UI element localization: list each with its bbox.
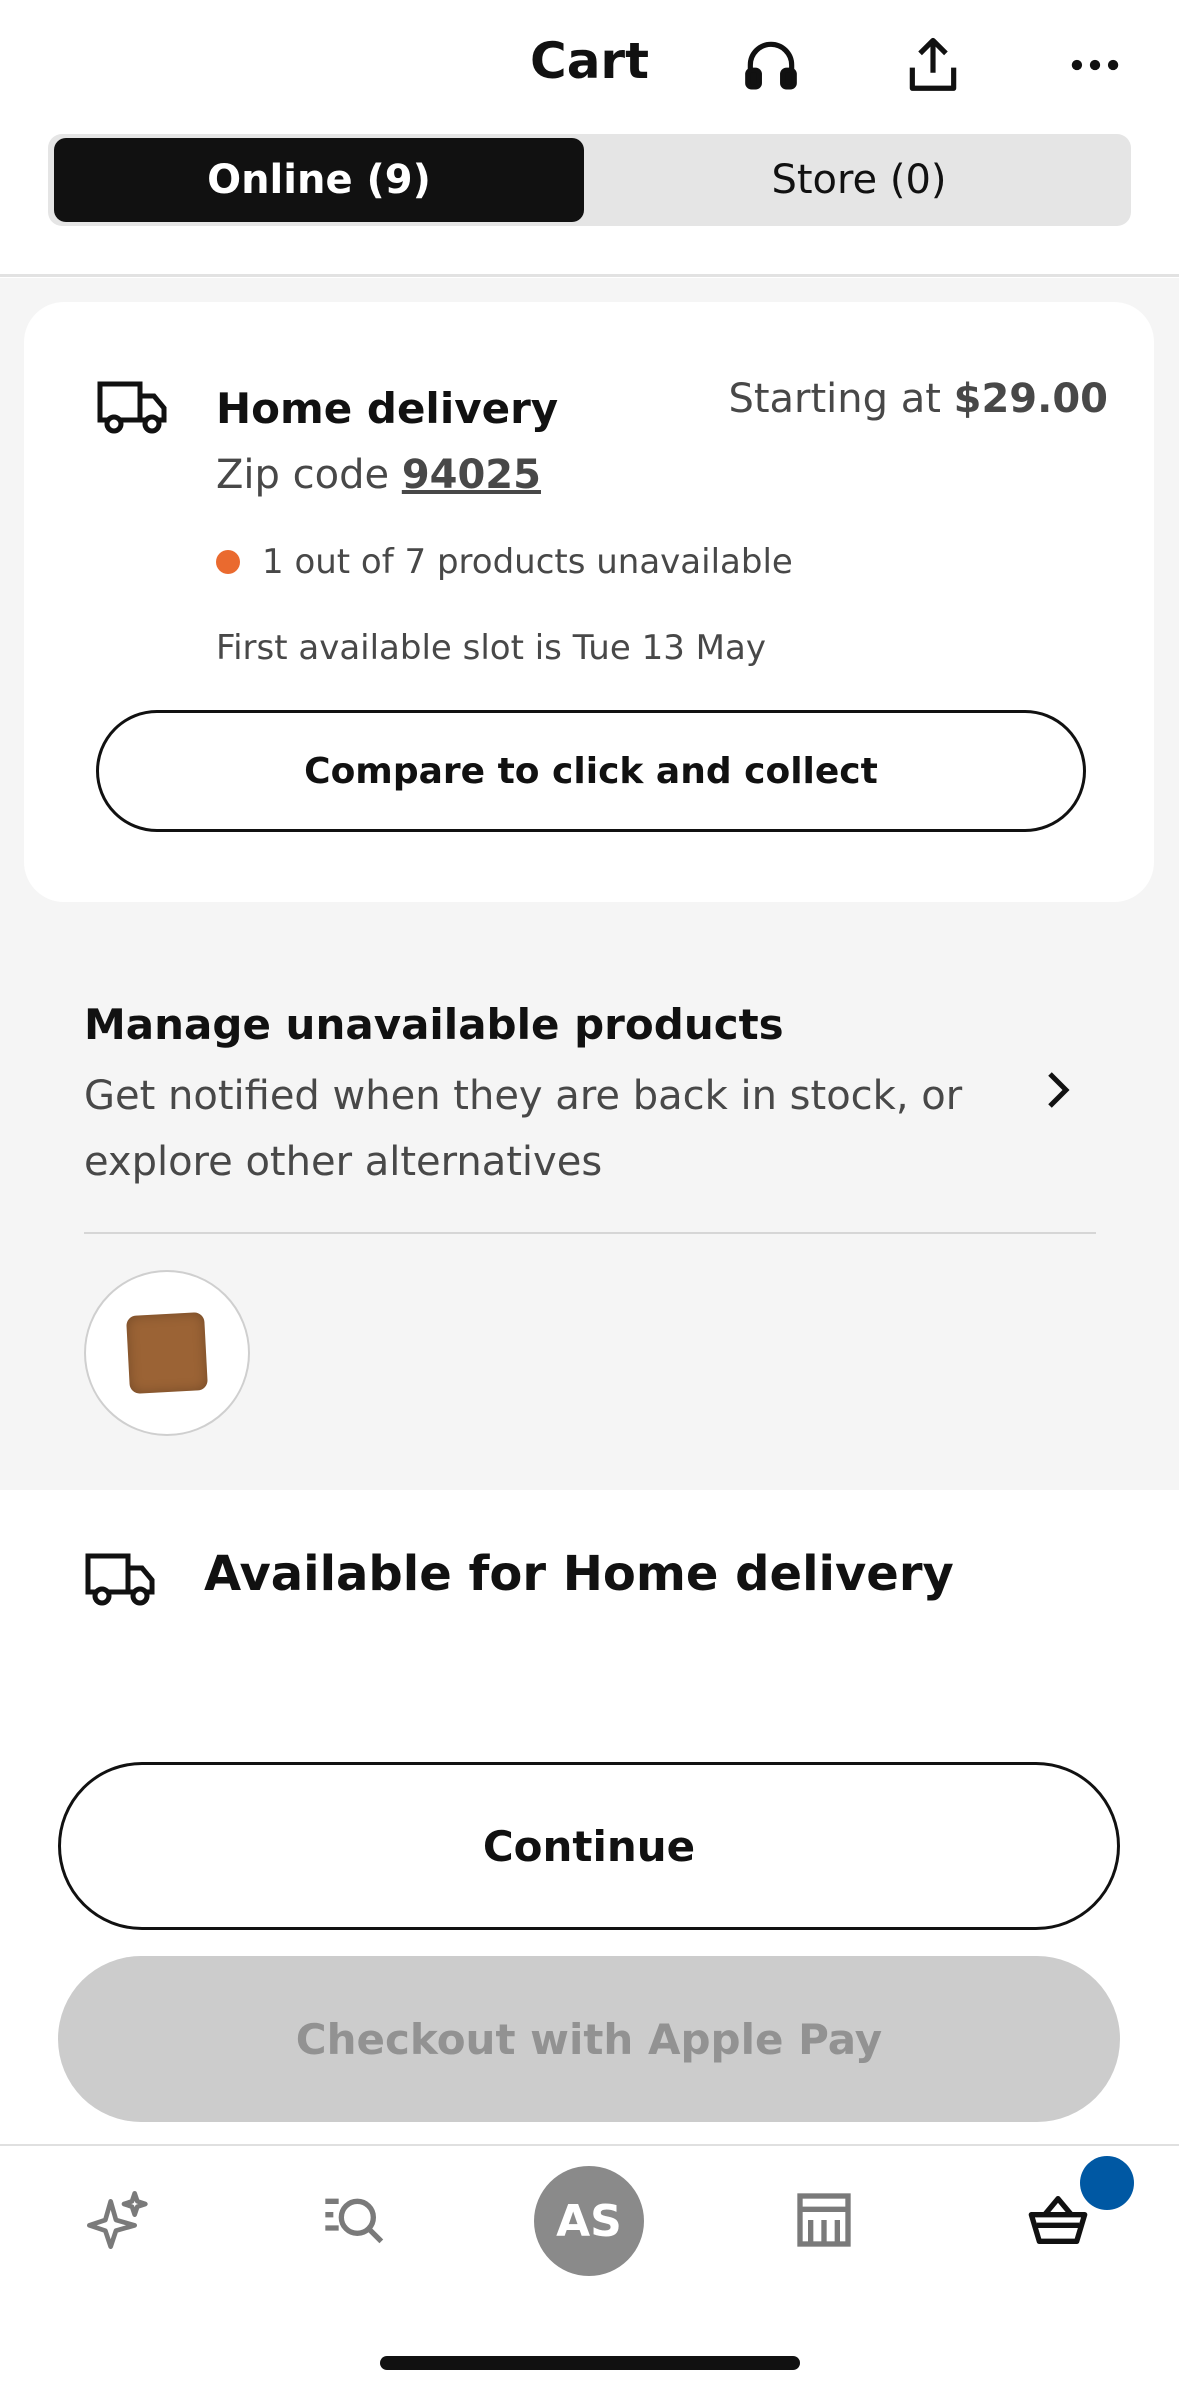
headset-icon[interactable] <box>736 30 806 100</box>
search-icon <box>325 2198 384 2244</box>
zip-label: Zip code <box>216 452 390 498</box>
home-delivery-card: Home delivery Starting at $29.00 Zip cod… <box>24 302 1154 902</box>
tabbar-divider <box>0 2144 1179 2146</box>
nav-search[interactable] <box>292 2160 412 2280</box>
nav-stores[interactable] <box>764 2160 884 2280</box>
header-divider <box>0 274 1179 277</box>
header: Cart <box>0 0 1179 135</box>
cart-icon <box>1028 2196 1088 2244</box>
cart-badge <box>1080 2156 1134 2210</box>
continue-button[interactable]: Continue <box>58 1762 1120 1930</box>
nav-inspiration[interactable] <box>56 2160 176 2280</box>
page-title: Cart <box>530 32 649 90</box>
more-icon[interactable] <box>1060 30 1130 100</box>
price-prefix: Starting at <box>728 376 941 422</box>
manage-title: Manage unavailable products <box>84 1000 784 1049</box>
available-home-delivery-heading: Available for Home delivery <box>204 1546 954 1602</box>
share-icon[interactable] <box>898 30 968 100</box>
zip-code-link[interactable]: 94025 <box>402 452 541 498</box>
delivery-price: Starting at $29.00 <box>728 376 1108 422</box>
compare-click-collect-button[interactable]: Compare to click and collect <box>96 710 1086 832</box>
status-text: 1 out of 7 products unavailable <box>262 542 793 582</box>
first-slot-text: First available slot is Tue 13 May <box>216 628 766 668</box>
cart-type-tabs: Online (9) Store (0) <box>48 134 1131 226</box>
chevron-right-icon[interactable] <box>1038 1060 1078 1120</box>
sparkle-icon <box>87 2191 148 2249</box>
truck-icon <box>97 381 167 434</box>
cushion-image <box>126 1312 208 1394</box>
truck-icon <box>85 1553 155 1606</box>
manage-divider <box>84 1232 1096 1234</box>
zip-code: Zip code 94025 <box>216 452 541 498</box>
status-dot-icon <box>216 550 240 574</box>
tab-online[interactable]: Online (9) <box>54 138 584 222</box>
delivery-title: Home delivery <box>216 384 559 433</box>
manage-subtitle: Get notified when they are back in stock… <box>84 1073 963 1185</box>
store-icon <box>797 2193 851 2247</box>
tab-store[interactable]: Store (0) <box>594 138 1124 222</box>
unavailable-product-thumbnail[interactable] <box>84 1270 250 1436</box>
avatar[interactable]: AS <box>534 2166 644 2276</box>
availability-status: 1 out of 7 products unavailable <box>216 542 793 582</box>
price-value: $29.00 <box>953 376 1108 422</box>
manage-unavailable-row[interactable]: Manage unavailable products Get notified… <box>84 1000 1094 1195</box>
apple-pay-checkout-button[interactable]: Checkout with Apple Pay <box>58 1956 1120 2122</box>
home-indicator <box>380 2356 800 2370</box>
